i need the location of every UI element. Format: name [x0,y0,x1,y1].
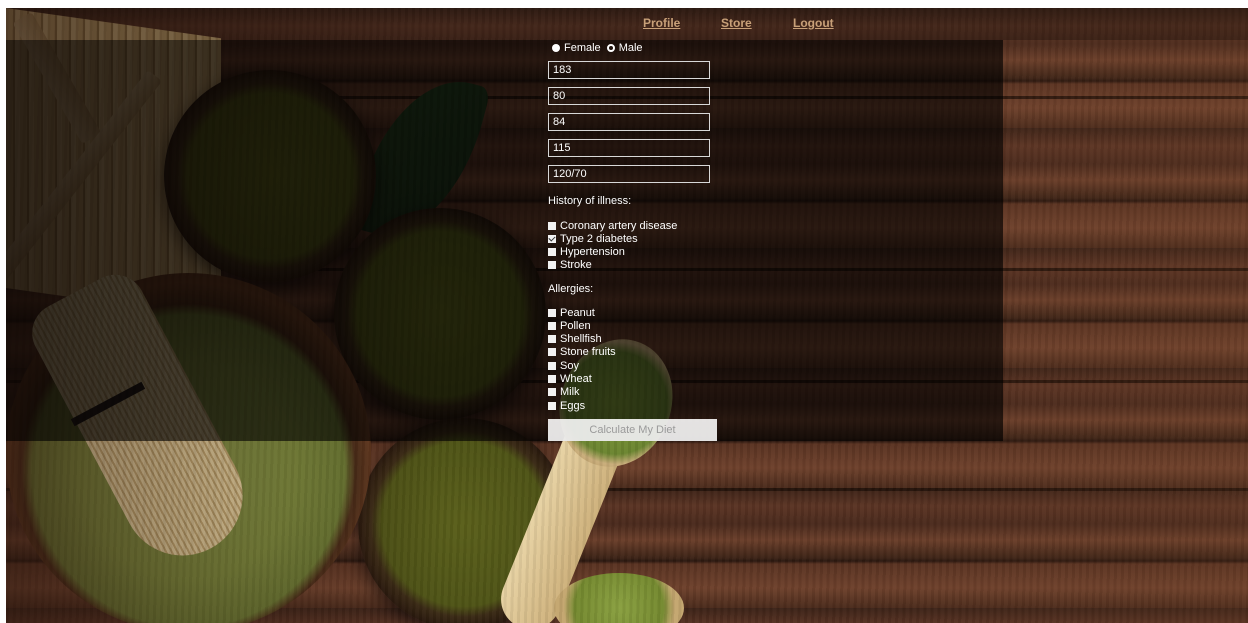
checkbox[interactable] [548,387,556,396]
checkbox[interactable] [548,308,556,317]
allergy-item[interactable]: Soy [548,359,579,372]
checkbox[interactable] [548,221,556,230]
history-item[interactable]: Coronary artery disease [548,219,677,232]
history-title: History of illness: [548,195,632,207]
allergy-item[interactable]: Stone fruits [548,345,616,358]
radio-female-label: Female [564,42,601,54]
checkbox[interactable] [548,401,556,410]
top-nav: Profile Store Logout [0,16,1248,36]
checkbox[interactable] [548,361,556,370]
nav-logout-link[interactable]: Logout [793,16,834,30]
radio-male[interactable] [606,44,615,52]
measurement-input-4[interactable] [548,139,710,157]
allergies-title: Allergies: [548,283,594,295]
allergy-item[interactable]: Shellfish [548,332,602,345]
spoon-head [554,573,684,623]
history-item[interactable]: Stroke [548,258,592,271]
weight-input[interactable] [548,87,710,105]
blood-pressure-input[interactable] [548,165,710,183]
measurement-input-3[interactable] [548,113,710,131]
allergy-item[interactable]: Peanut [548,306,595,319]
height-input[interactable] [548,61,710,79]
calculate-diet-button[interactable]: Calculate My Diet [548,419,717,441]
tea-bowl [358,418,570,623]
nav-store-link[interactable]: Store [721,16,752,30]
checkbox[interactable] [548,334,556,343]
allergy-item[interactable]: Eggs [548,399,585,412]
form-overlay-panel [6,40,1003,441]
radio-male-label: Male [618,42,643,54]
allergy-item[interactable]: Pollen [548,319,591,332]
allergy-item[interactable]: Milk [548,385,580,398]
checkbox[interactable] [548,374,556,383]
checkbox[interactable] [548,347,556,356]
allergy-item[interactable]: Wheat [548,372,592,385]
checkbox-checked[interactable] [548,234,556,243]
gender-radio-group: Female Male [552,42,649,54]
checkbox[interactable] [548,260,556,269]
nav-profile-link[interactable]: Profile [643,16,680,30]
checkbox[interactable] [548,247,556,256]
radio-female[interactable] [552,44,560,52]
checkbox[interactable] [548,321,556,330]
history-item[interactable]: Type 2 diabetes [548,232,638,245]
history-item[interactable]: Hypertension [548,245,625,258]
